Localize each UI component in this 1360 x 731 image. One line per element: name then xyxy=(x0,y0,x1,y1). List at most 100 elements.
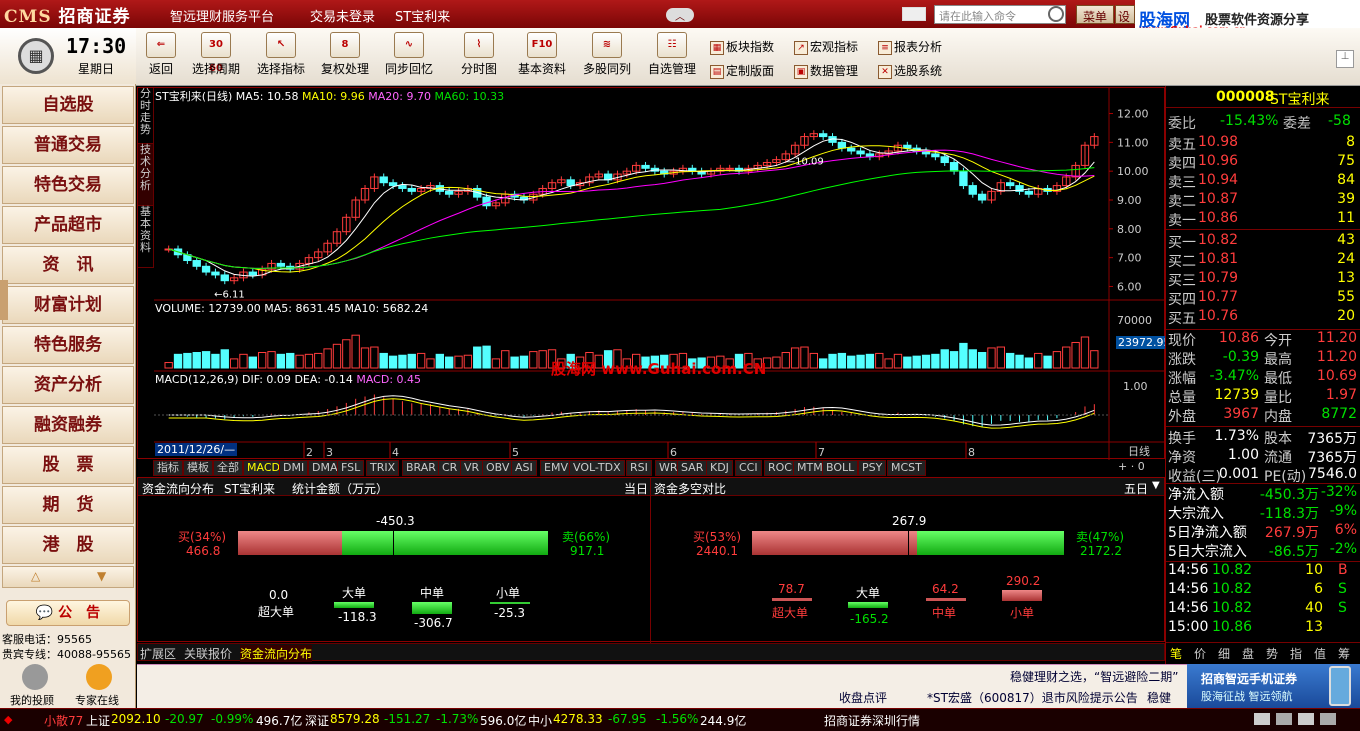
indicator-tab-9[interactable]: CR xyxy=(438,460,462,476)
network-icon[interactable] xyxy=(1298,713,1314,725)
bull-bear-period[interactable]: 五日 xyxy=(1124,480,1148,497)
expert-avatar-icon[interactable] xyxy=(86,664,112,690)
quote-tab-6[interactable]: 值 xyxy=(1314,645,1326,662)
indicator-tab-8[interactable]: BRAR xyxy=(402,460,440,476)
quote-tab-5[interactable]: 指 xyxy=(1290,645,1302,662)
nav-item-4[interactable]: 资 讯 xyxy=(2,246,134,284)
ask-row[interactable]: 卖三 10.94 84 xyxy=(1168,172,1359,191)
scroll-down-icon[interactable]: ▼ xyxy=(97,569,106,583)
stock-picker-button[interactable]: ✕ 选股系统 xyxy=(878,62,942,79)
multi-stock-button[interactable]: ≋ 多股同列 xyxy=(583,32,631,77)
quote-tab-4[interactable]: 势 xyxy=(1266,645,1278,662)
ticker-line1[interactable]: 稳健理财之选，“智远避险二期” xyxy=(1010,668,1178,685)
indicator-tab-20[interactable]: ROC xyxy=(764,460,796,476)
news-ticker-2[interactable]: 收盘点评 *ST宏盛（600817）退市风险提示公告 稳健 xyxy=(137,686,1187,708)
indicator-tab-15[interactable]: RSI xyxy=(626,460,652,476)
scroll-up-icon[interactable]: △ xyxy=(31,569,40,583)
bid-row[interactable]: 买三 10.79 13 xyxy=(1168,270,1359,289)
tab-fundamentals[interactable]: 基本资料 xyxy=(138,206,154,268)
bid-row[interactable]: 买二 10.81 24 xyxy=(1168,251,1359,270)
indicator-tab-7[interactable]: TRIX xyxy=(366,460,400,476)
pin-icon[interactable]: ⊥ xyxy=(1336,50,1354,68)
back-button[interactable]: ⇐ 返回 xyxy=(146,32,176,77)
indicator-tab-22[interactable]: BOLL xyxy=(822,460,859,476)
nav-login[interactable]: 交易未登录 xyxy=(310,6,375,25)
indicator-tab-10[interactable]: VR xyxy=(460,460,484,476)
custom-layout-button[interactable]: ▤ 定制版面 xyxy=(710,62,774,79)
collapse-icon[interactable]: ︿ xyxy=(666,8,694,23)
ask-row[interactable]: 卖五 10.98 8 xyxy=(1168,134,1359,153)
nav-item-9[interactable]: 股 票 xyxy=(2,446,134,484)
nav-item-5[interactable]: 财富计划 xyxy=(2,286,134,324)
tab-minute-trend[interactable]: 分时走势 xyxy=(138,88,154,144)
sector-index-button[interactable]: ▦ 板块指数 xyxy=(710,38,774,55)
indicator-tab-3[interactable]: MACD xyxy=(243,460,284,476)
zoom-controls[interactable]: + · 0 xyxy=(1118,460,1145,473)
mail-icon[interactable] xyxy=(1254,713,1270,725)
indicator-tab-1[interactable]: 模板 xyxy=(183,460,213,476)
select-indicator-button[interactable]: ↖ 选择指标 xyxy=(257,32,305,77)
quote-tab-2[interactable]: 细 xyxy=(1218,645,1230,662)
expert-online-link[interactable]: 专家在线 xyxy=(75,692,119,708)
period-dropdown-icon[interactable]: ▼ xyxy=(1152,480,1160,491)
nav-item-3[interactable]: 产品超市 xyxy=(2,206,134,244)
quote-tab-7[interactable]: 筹 xyxy=(1338,645,1350,662)
monitor-icon[interactable] xyxy=(1276,713,1292,725)
notice-button[interactable]: 💬 公 告 xyxy=(6,600,130,626)
report-analysis-button[interactable]: ≡ 报表分析 xyxy=(878,38,942,55)
tab-related-quotes[interactable]: 关联报价 xyxy=(184,645,232,662)
nav-item-7[interactable]: 资产分析 xyxy=(2,366,134,404)
nav-item-11[interactable]: 港 股 xyxy=(2,526,134,564)
kline-chart-panel[interactable]: 分时走势 技术分析 基本资料 12.00 11.00 10.00 9.00 8.00 7.… xyxy=(137,87,1173,460)
tab-extension[interactable]: 扩展区 xyxy=(140,645,176,662)
indicator-tab-17[interactable]: SAR xyxy=(677,460,708,476)
data-manage-button[interactable]: ▣ 数据管理 xyxy=(794,62,858,79)
bid-row[interactable]: 买五 10.76 20 xyxy=(1168,308,1359,327)
nav-platform[interactable]: 智远理财服务平台 xyxy=(170,6,274,25)
adjust-rights-button[interactable]: 8 复权处理 xyxy=(321,32,369,77)
ticker-announcement[interactable]: *ST宏盛（600817）退市风险提示公告 xyxy=(927,689,1138,706)
indicator-tab-0[interactable]: 指标 xyxy=(153,460,183,476)
nav-item-8[interactable]: 融资融券 xyxy=(2,406,134,444)
indicator-tab-12[interactable]: ASI xyxy=(511,460,537,476)
watchlist-manage-button[interactable]: ☷ 自选管理 xyxy=(648,32,696,77)
indicator-tab-11[interactable]: OBV xyxy=(482,460,514,476)
indicator-tab-6[interactable]: FSL xyxy=(337,460,365,476)
nav-item-10[interactable]: 期 货 xyxy=(2,486,134,524)
menu-button[interactable]: 菜单 xyxy=(1076,5,1115,24)
indicator-tab-24[interactable]: MCST xyxy=(887,460,926,476)
quote-tab-3[interactable]: 盘 xyxy=(1242,645,1254,662)
nav-item-6[interactable]: 特色服务 xyxy=(2,326,134,364)
speaker-icon[interactable] xyxy=(1320,713,1336,725)
macro-indicator-button[interactable]: ↗ 宏观指标 xyxy=(794,38,858,55)
bid-row[interactable]: 买一 10.82 43 xyxy=(1168,232,1359,251)
keyboard-icon[interactable] xyxy=(902,7,926,21)
indicator-tab-14[interactable]: VOL-TDX xyxy=(569,460,625,476)
ask-row[interactable]: 卖一 10.86 11 xyxy=(1168,210,1359,229)
settings-button[interactable]: 设 xyxy=(1115,5,1135,24)
nav-item-0[interactable]: 自选股 xyxy=(2,86,134,124)
tab-technical[interactable]: 技术分析 xyxy=(138,144,154,206)
minute-chart-button[interactable]: ⌇ 分时图 xyxy=(461,32,497,77)
nav-item-1[interactable]: 普通交易 xyxy=(2,126,134,164)
indicator-tab-19[interactable]: CCI xyxy=(735,460,762,476)
indicator-tab-18[interactable]: KDJ xyxy=(706,460,733,476)
sidebar-toggle-handle[interactable] xyxy=(0,280,8,320)
search-icon[interactable] xyxy=(1048,6,1064,22)
mobile-ad[interactable]: 招商智远手机证券 股海征战 智远领航 xyxy=(1187,664,1360,708)
basic-info-button[interactable]: F10 基本资料 xyxy=(518,32,566,77)
select-period-button[interactable]: 30 60 选择周期 xyxy=(192,32,240,77)
user-name[interactable]: 小散77 xyxy=(44,712,83,729)
my-advisor-link[interactable]: 我的投顾 xyxy=(10,692,54,708)
command-input[interactable]: 请在此输入命令 xyxy=(934,5,1066,24)
quote-tab-1[interactable]: 价 xyxy=(1194,645,1206,662)
nav-item-2[interactable]: 特色交易 xyxy=(2,166,134,204)
chart-canvas[interactable]: 12.00 11.00 10.00 9.00 8.00 7.00 6.00 70000 1.00… xyxy=(154,88,1164,460)
indicator-tab-13[interactable]: EMV xyxy=(540,460,572,476)
indicator-tab-4[interactable]: DMI xyxy=(279,460,309,476)
quote-tab-0[interactable]: 笔 xyxy=(1170,645,1182,662)
fund-flow-period[interactable]: 当日 xyxy=(624,480,648,497)
bid-row[interactable]: 买四 10.77 55 xyxy=(1168,289,1359,308)
news-ticker[interactable]: 稳健理财之选，“智远避险二期” xyxy=(137,664,1187,686)
indicator-tab-2[interactable]: 全部 xyxy=(213,460,243,476)
